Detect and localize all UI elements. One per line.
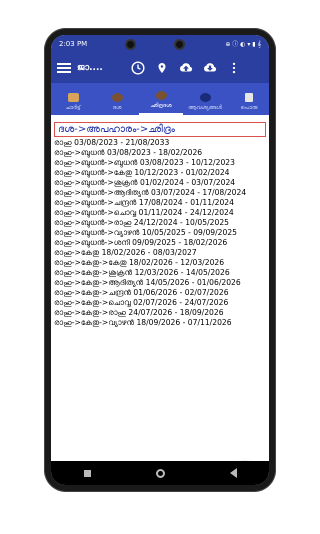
tab-chidradasha[interactable]: ഛിദ്രദശ	[139, 83, 183, 115]
dasha-row: രാഹു->കേതു->വ്യാഴൻ 18/09/2026 - 07/11/20…	[54, 318, 232, 327]
recents-icon[interactable]	[83, 469, 91, 477]
cloud-download-icon[interactable]	[201, 59, 219, 77]
chart-icon	[67, 93, 79, 102]
dasha-row: രാഹു 03/08/2023 - 21/08/2033	[54, 138, 170, 147]
tab-bar: ചാർട്ട് ദശ ഛിദ്രദശ ആവശ്യങ്ങൾ പൊരു	[51, 83, 269, 115]
camera-left	[125, 39, 136, 50]
app-title: ജാ....	[77, 63, 103, 73]
status-icons-text: ⊕ ⓘ ◐ ▾ ▮ 𝄞	[225, 41, 261, 48]
more-options-icon[interactable]	[225, 59, 243, 77]
screen: 2:03 PM ⊕ ⓘ ◐ ▾ ▮ 𝄞 ജാ.... ചാർട്ട് ദശ ഛി…	[51, 35, 269, 485]
system-nav-bar	[51, 461, 269, 485]
dasha-row: രാഹു->ബുധൻ->രാഹു 24/12/2024 - 10/05/2025	[54, 218, 229, 227]
dasha-row: രാഹു->ബുധൻ->ശനി 09/09/2025 - 18/02/2026	[54, 238, 228, 247]
camera-right	[174, 39, 185, 50]
dasha-row: രാഹു->ബുധൻ 03/08/2023 - 18/02/2026	[54, 148, 203, 157]
dasha-row: രാഹു->ബുധൻ->ബുധൻ 03/08/2023 - 10/12/2023	[54, 158, 235, 167]
dasha-row: രാഹു->കേതു->ചൊവ്വ 02/07/2026 - 24/07/202…	[54, 298, 229, 307]
app-bar: ജാ....	[51, 53, 269, 83]
camera-cutouts	[125, 39, 185, 50]
dasha-row: രാഹു->ബുധൻ->ആദിത്യൻ 03/07/2024 - 17/08/2…	[54, 188, 247, 197]
dasha-rows: രാഹു 03/08/2023 - 21/08/2033 രാഹു->ബുധൻ 0…	[54, 138, 266, 327]
dasha-row: രാഹു->കേതു->രാഹു 24/07/2026 - 18/09/2026	[54, 308, 224, 317]
planet-icon	[155, 91, 167, 100]
tab-dasha[interactable]: ദശ	[95, 83, 139, 115]
tab-chart[interactable]: ചാർട്ട്	[51, 83, 95, 115]
dasha-row: രാഹു->കേതു->ആദിത്യൻ 14/05/2026 - 01/06/2…	[54, 278, 241, 287]
tab-label: പൊരു	[240, 105, 258, 111]
status-time: 2:03 PM	[59, 40, 88, 48]
dasha-row: രാഹു->ബുധൻ->വ്യാഴൻ 10/05/2025 - 09/09/20…	[54, 228, 237, 237]
tab-requirements[interactable]: ആവശ്യങ്ങൾ	[183, 83, 227, 115]
dasha-row: രാഹു->കേതു 18/02/2026 - 08/03/2027	[54, 248, 197, 257]
menu-icon[interactable]	[57, 63, 71, 73]
home-icon[interactable]	[155, 468, 165, 478]
section-heading: ദശ->അപഹാരം->ഛിദ്രം	[54, 122, 266, 137]
document-icon	[245, 93, 253, 102]
dasha-row: രാഹു->ബുധൻ->ചൊവ്വ 01/11/2024 - 24/12/202…	[54, 208, 234, 217]
tab-label: ആവശ്യങ്ങൾ	[188, 105, 222, 111]
tab-match[interactable]: പൊരു	[227, 83, 269, 115]
status-icons: ⊕ ⓘ ◐ ▾ ▮ 𝄞	[225, 39, 261, 49]
tab-label: ഛിദ്രദശ	[150, 103, 172, 109]
tab-label: ദശ	[112, 105, 122, 111]
clock-icon[interactable]	[129, 59, 147, 77]
back-icon[interactable]	[229, 468, 237, 478]
dasha-row: രാഹു->ബുധൻ->കേതു 10/12/2023 - 01/02/2024	[54, 168, 230, 177]
tab-label: ചാർട്ട്	[65, 105, 81, 111]
dasha-list: ദശ->അപഹാരം->ഛിദ്രം രാഹു 03/08/2023 - 21/…	[51, 115, 269, 452]
globe-icon	[199, 93, 211, 102]
phone-frame: 2:03 PM ⊕ ⓘ ◐ ▾ ▮ 𝄞 ജാ.... ചാർട്ട് ദശ ഛി…	[44, 28, 276, 492]
cloud-upload-icon[interactable]	[177, 59, 195, 77]
dasha-row: രാഹു->ബുധൻ->ശുക്രൻ 01/02/2024 - 03/07/20…	[54, 178, 236, 187]
dasha-row: രാഹു->കേതു->ചന്ദ്രൻ 01/06/2026 - 02/07/2…	[54, 288, 229, 297]
planet-icon	[111, 93, 123, 102]
dasha-row: രാഹു->കേതു->ശുക്രൻ 12/03/2026 - 14/05/20…	[54, 268, 230, 277]
location-pin-icon[interactable]	[153, 59, 171, 77]
dasha-row: രാഹു->ബുധൻ->ചന്ദ്രൻ 17/08/2024 - 01/11/2…	[54, 198, 234, 207]
dasha-row: രാഹു->കേതു->കേതു 18/02/2026 - 12/03/2026	[54, 258, 225, 267]
